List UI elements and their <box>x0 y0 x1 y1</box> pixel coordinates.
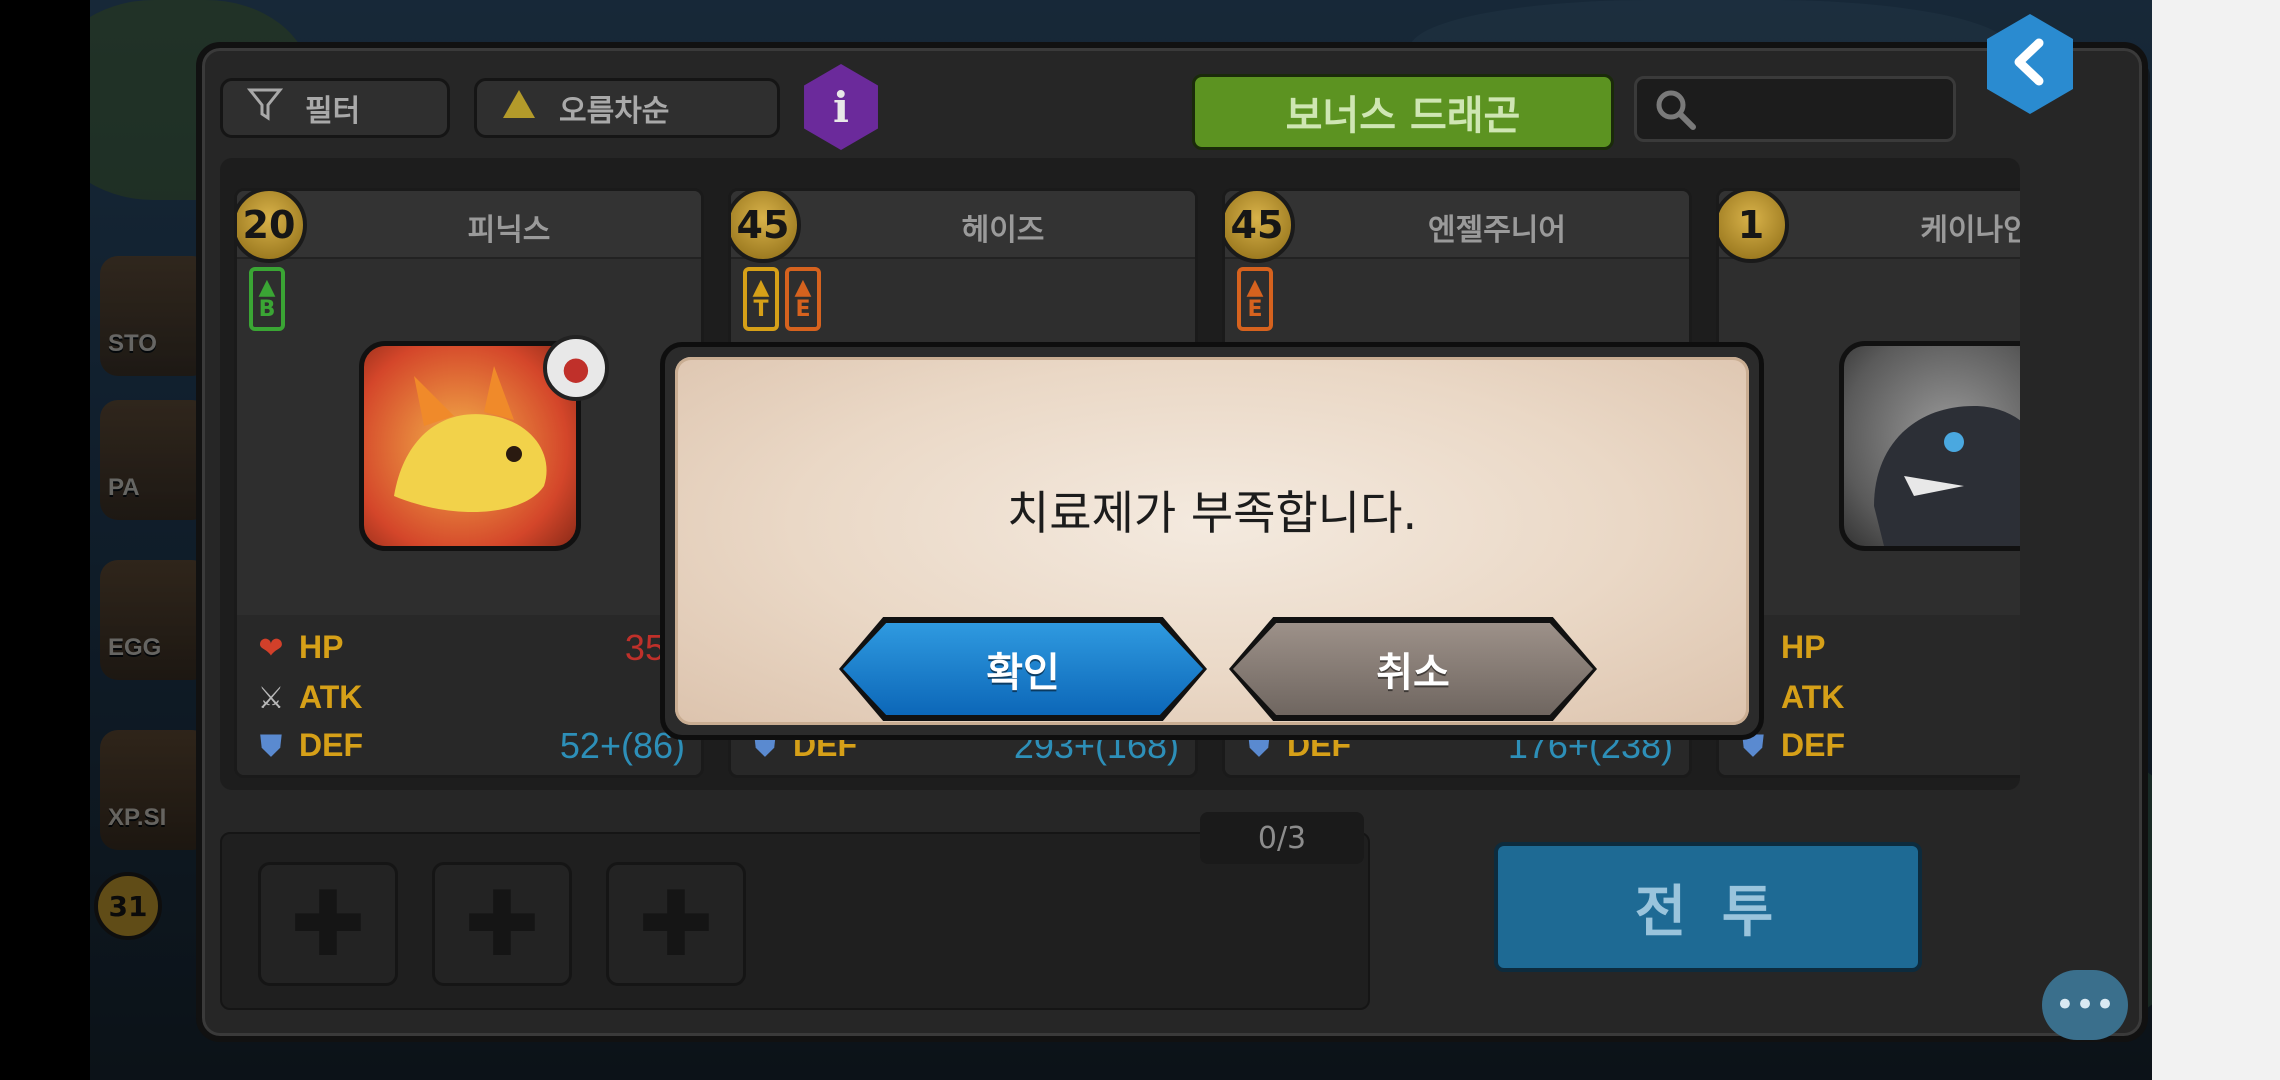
cancel-label: 취소 <box>1376 650 1450 696</box>
search-input[interactable] <box>1634 76 1956 142</box>
stat-atk-label: ATK <box>299 679 363 715</box>
confirm-label: 확인 <box>986 650 1060 696</box>
party-counter: 0/3 <box>1200 812 1364 864</box>
grade-tag-label: B <box>258 297 276 322</box>
card-header: 1 케이나인 E <box>1719 191 2020 263</box>
grade-tag-label: T <box>753 297 769 322</box>
stat-atk: ⚔ ATK 7 <box>251 675 685 721</box>
dragon-name: 헤이즈 <box>961 213 1045 248</box>
info-icon: i <box>833 82 849 132</box>
cancel-button[interactable]: 취소 <box>1233 623 1593 715</box>
party-slot-2[interactable]: ✚ <box>432 862 572 986</box>
dragon-card-phoenix[interactable]: 20 피닉스 ▲ B ● ❤ HP 350 ⚔ ATK ⛊ DEF 52+(86… <box>234 188 704 778</box>
game-view: STO PA EGG XP.SI 31 뉴 상인 구 점 필터 <box>90 0 2152 1080</box>
stat-panel: ❤ HP 17 ⚔ ATK ⛊ DEF <box>1719 615 2020 775</box>
dialog-message: 치료제가 부족합니다. <box>1006 486 1418 540</box>
stat-hp-label: HP <box>1781 629 1826 665</box>
dragon-art <box>1874 406 2020 546</box>
level-value: 20 <box>242 203 296 247</box>
stat-hp: ❤ HP 17 <box>1733 625 2020 671</box>
arrow-up-icon: ▲ <box>258 275 276 300</box>
party-slot-3[interactable]: ✚ <box>606 862 746 986</box>
confirm-button[interactable]: 확인 <box>843 623 1203 715</box>
bonus-dragon-button[interactable]: 보너스 드래곤 <box>1192 74 1614 150</box>
sort-order-button[interactable]: 오름차순 <box>474 78 780 138</box>
arrow-up-icon: ▲ <box>1246 275 1264 300</box>
grade-tag: ▲ E <box>785 267 821 331</box>
level-badge: 45 <box>1225 191 1295 263</box>
level-badge: 45 <box>731 191 801 263</box>
grade-tag: ▲ E <box>1237 267 1273 331</box>
filter-button[interactable]: 필터 <box>220 78 450 138</box>
level-value: 45 <box>1230 203 1284 247</box>
level-badge: 20 <box>237 191 307 263</box>
level-value: 45 <box>736 203 790 247</box>
fire-element-icon: ● <box>543 335 609 401</box>
grade-tag: ▲ T <box>743 267 779 331</box>
card-header: 45 엔젤주니어 <box>1225 191 1689 263</box>
chevron-left-icon <box>2005 37 2055 91</box>
arrow-up-icon: ▲ <box>794 275 812 300</box>
stat-hp-label: HP <box>299 629 344 665</box>
stat-atk-label: ATK <box>1781 679 1845 715</box>
level-badge: 1 <box>1719 191 1789 263</box>
grade-tag: ▲ B <box>249 267 285 331</box>
stat-atk: ⚔ ATK <box>1733 675 2020 721</box>
screen: STO PA EGG XP.SI 31 뉴 상인 구 점 필터 <box>0 0 2280 1080</box>
party-slot-1[interactable]: ✚ <box>258 862 398 986</box>
triangle-up-icon <box>501 88 537 128</box>
stat-def-label: DEF <box>1781 727 1845 763</box>
level-value: 1 <box>1737 203 1765 247</box>
arrow-up-icon: ▲ <box>752 275 770 300</box>
stat-def-label: DEF <box>299 727 363 763</box>
sort-order-label: 오름차순 <box>559 94 670 129</box>
bonus-dragon-label: 보너스 드래곤 <box>1285 93 1521 139</box>
plus-icon: ✚ <box>638 871 714 977</box>
alert-dialog: 치료제가 부족합니다. 확인 취소 <box>660 342 1764 740</box>
card-header: 20 피닉스 <box>237 191 701 263</box>
party-slot-area: ✚ ✚ ✚ <box>220 832 1370 1010</box>
stat-def: ⛊ DEF 52+(86) <box>251 723 685 769</box>
filter-icon <box>246 86 284 130</box>
dragon-name: 피닉스 <box>467 213 551 248</box>
grade-tag-label: E <box>795 297 811 322</box>
stat-panel: ❤ HP 350 ⚔ ATK 7 ⛊ DEF 52+(86) <box>237 615 701 775</box>
chat-button[interactable]: ••• <box>2042 970 2128 1040</box>
search-icon <box>1653 87 1699 137</box>
dragon-portrait <box>1839 341 2020 551</box>
plus-icon: ✚ <box>464 871 540 977</box>
letterbox-right <box>2152 0 2280 1080</box>
card-header: 45 헤이즈 <box>731 191 1195 263</box>
chat-icon: ••• <box>2054 985 2116 1025</box>
stat-hp: ❤ HP 350 <box>251 625 685 671</box>
filter-label: 필터 <box>305 94 361 129</box>
dragon-name: 케이나인 E <box>1920 213 2020 248</box>
stat-def: ⛊ DEF <box>1733 723 2020 769</box>
swords-icon: ⚔ <box>257 680 285 716</box>
letterbox-left <box>0 0 90 1080</box>
battle-button[interactable]: 전 투 <box>1494 842 1922 972</box>
plus-icon: ✚ <box>290 871 366 977</box>
dragon-name: 엔젤주니어 <box>1428 213 1566 248</box>
heart-icon: ❤ <box>258 630 284 666</box>
grade-tag-label: E <box>1247 297 1263 322</box>
shield-icon: ⛊ <box>259 728 283 764</box>
